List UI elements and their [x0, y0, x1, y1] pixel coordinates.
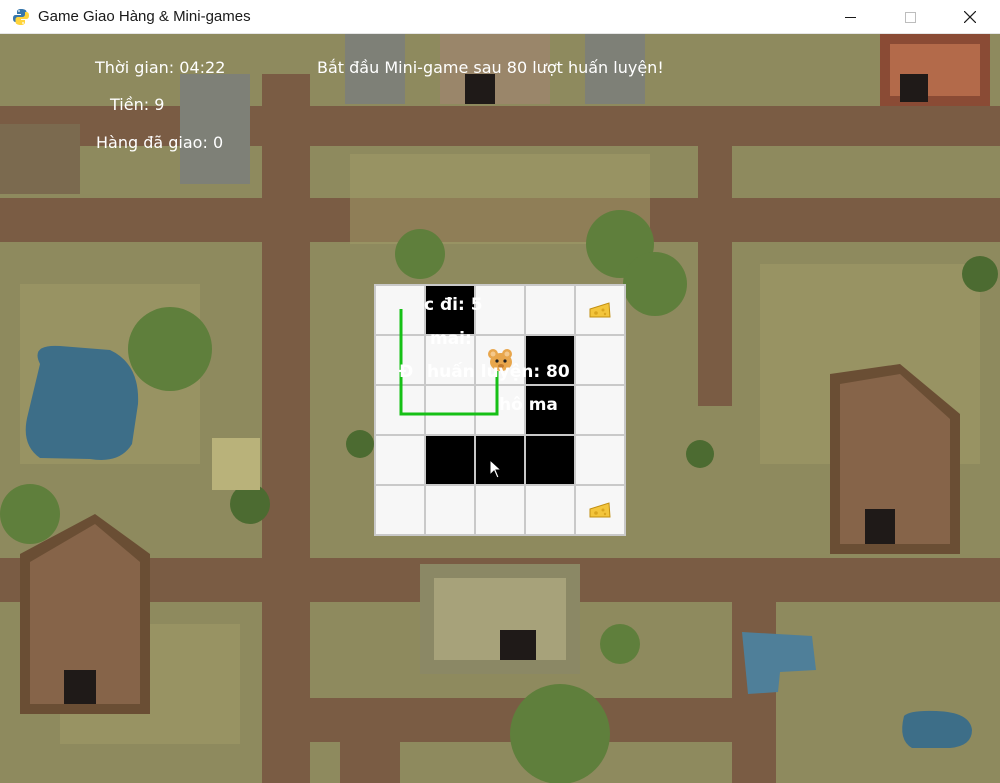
minimize-icon	[844, 16, 856, 18]
time-label: Thời gian: 04:22	[95, 58, 226, 77]
cheese-icon	[589, 302, 611, 318]
money-label: Tiền: 9	[110, 95, 165, 114]
close-icon	[964, 11, 976, 23]
training-text: huấn luyện: 80	[427, 362, 570, 382]
window-title: Game Giao Hàng & Mini-games	[38, 8, 251, 25]
game-window: Game Giao Hàng & Mini-games Thời gian: 0…	[0, 0, 1000, 783]
cheese-icon	[589, 502, 611, 518]
close-button[interactable]	[940, 0, 1000, 34]
minigame-grid[interactable]: c đi: 5 mai: Đ huấn luyện: 80 hô ma	[374, 284, 626, 536]
minigame-banner: Bắt đầu Mini-game sau 80 lượt huấn luyện…	[317, 58, 664, 77]
steps-text: c đi: 5	[424, 295, 483, 315]
cheese-label-text: hô ma	[499, 395, 558, 415]
window-controls	[820, 0, 1000, 34]
python-snake-icon	[12, 8, 30, 26]
training-prefix-text: Đ	[399, 362, 414, 382]
delivered-label: Hàng đã giao: 0	[96, 133, 224, 152]
minimize-button[interactable]	[820, 0, 880, 34]
game-canvas[interactable]: Thời gian: 04:22 Tiền: 9 Hàng đã giao: 0…	[0, 34, 1000, 783]
mouse-cursor-icon	[489, 459, 503, 479]
maximize-icon	[904, 11, 916, 23]
maximize-button[interactable]	[880, 0, 940, 34]
title-bar[interactable]: Game Giao Hàng & Mini-games	[0, 0, 1000, 34]
remaining-text: mai:	[430, 329, 472, 349]
